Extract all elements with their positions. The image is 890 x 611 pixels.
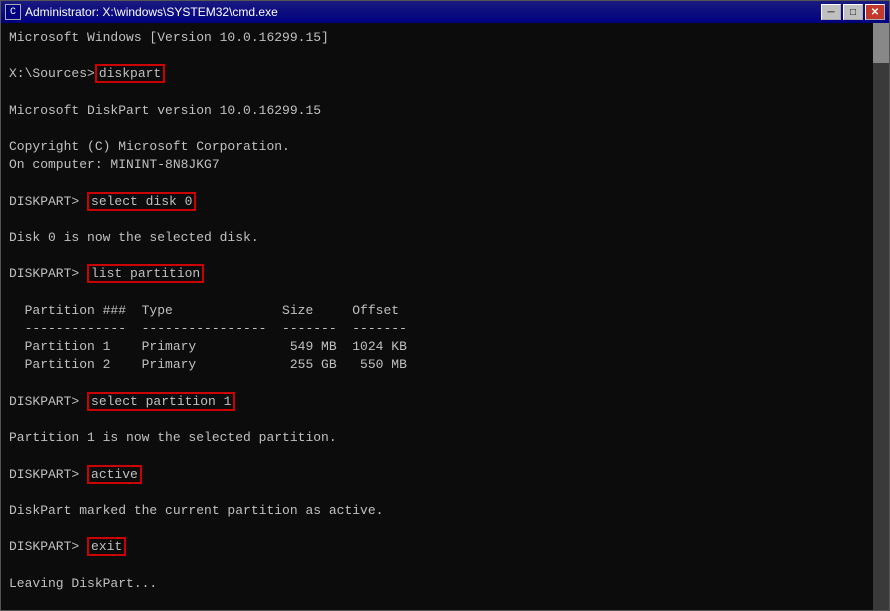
line-select-partition: DISKPART> select partition 1 [9,393,881,411]
minimize-button[interactable]: ─ [821,4,841,20]
line-blank-4 [9,175,881,193]
close-button[interactable]: ✕ [865,4,885,20]
line-computer: On computer: MININT-8N8JKG7 [9,156,881,174]
window-title: Administrator: X:\windows\SYSTEM32\cmd.e… [25,5,278,19]
title-bar-left: C Administrator: X:\windows\SYSTEM32\cmd… [5,4,278,20]
line-select-disk: DISKPART> select disk 0 [9,193,881,211]
line-table-header: Partition ### Type Size Offset [9,302,881,320]
line-partition-selected: Partition 1 is now the selected partitio… [9,429,881,447]
line-table-divider: ------------- ---------------- ------- -… [9,320,881,338]
window-controls: ─ □ ✕ [821,4,885,20]
line-active-cmd: DISKPART> active [9,466,881,484]
cmd-highlight-active: active [87,465,142,484]
scrollbar[interactable] [873,23,889,610]
line-blank-1 [9,47,881,65]
line-exit-cmd: DISKPART> exit [9,538,881,556]
line-blank-14 [9,593,881,610]
scrollbar-thumb[interactable] [873,23,889,63]
line-blank-3 [9,120,881,138]
console-body: Microsoft Windows [Version 10.0.16299.15… [1,23,889,610]
cmd-highlight-listpart: list partition [87,264,204,283]
line-blank-10 [9,447,881,465]
cmd-highlight-exit: exit [87,537,126,556]
line-blank-12 [9,520,881,538]
line-blank-11 [9,484,881,502]
title-bar: C Administrator: X:\windows\SYSTEM32\cmd… [1,1,889,23]
line-diskpart-version: Microsoft DiskPart version 10.0.16299.15 [9,102,881,120]
line-blank-2 [9,84,881,102]
maximize-button[interactable]: □ [843,4,863,20]
line-blank-13 [9,556,881,574]
line-partition-2: Partition 2 Primary 255 GB 550 MB [9,356,881,374]
line-leaving: Leaving DiskPart... [9,575,881,593]
cmd-window: C Administrator: X:\windows\SYSTEM32\cmd… [0,0,890,611]
cmd-highlight-diskpart: diskpart [95,64,165,83]
cmd-highlight-selectpart: select partition 1 [87,392,235,411]
line-copyright: Copyright (C) Microsoft Corporation. [9,138,881,156]
cmd-icon: C [5,4,21,20]
line-blank-9 [9,411,881,429]
cmd-highlight-selectdisk: select disk 0 [87,192,196,211]
line-blank-5 [9,211,881,229]
line-blank-8 [9,375,881,393]
line-blank-6 [9,247,881,265]
console-output: Microsoft Windows [Version 10.0.16299.15… [9,29,881,610]
line-list-partition: DISKPART> list partition [9,265,881,283]
line-diskpart-cmd: X:\Sources>diskpart [9,65,881,83]
line-blank-7 [9,284,881,302]
line-1: Microsoft Windows [Version 10.0.16299.15… [9,29,881,47]
line-disk-selected: Disk 0 is now the selected disk. [9,229,881,247]
line-active-result: DiskPart marked the current partition as… [9,502,881,520]
line-partition-1: Partition 1 Primary 549 MB 1024 KB [9,338,881,356]
